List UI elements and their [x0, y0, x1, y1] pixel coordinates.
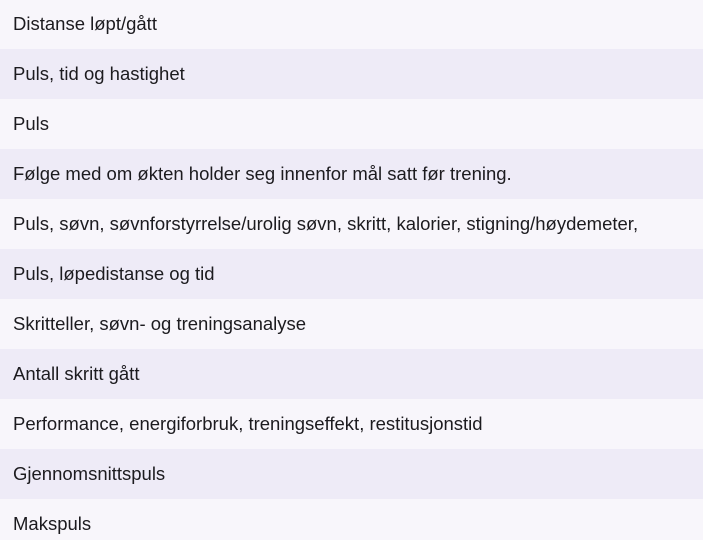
list-item-text: Performance, energiforbruk, treningseffe… [13, 413, 483, 434]
list-item: Antall skritt gått [0, 349, 703, 399]
list-item: Gjennomsnittspuls [0, 449, 703, 499]
list-item-text: Gjennomsnittspuls [13, 463, 166, 484]
list-item-text: Puls, løpedistanse og tid [13, 263, 215, 284]
list-item-text: Distanse løpt/gått [13, 13, 157, 34]
list-item: Skritteller, søvn- og treningsanalyse [0, 299, 703, 349]
list-item: Puls, søvn, søvnforstyrrelse/urolig søvn… [0, 199, 703, 249]
list-item: Performance, energiforbruk, treningseffe… [0, 399, 703, 449]
list-item: Følge med om økten holder seg innenfor m… [0, 149, 703, 199]
list-item: Makspuls [0, 499, 703, 540]
list-item: Puls, tid og hastighet [0, 49, 703, 99]
list-item-text: Skritteller, søvn- og treningsanalyse [13, 313, 307, 334]
list-item-text: Følge med om økten holder seg innenfor m… [13, 163, 512, 184]
list-item: Distanse løpt/gått [0, 0, 703, 49]
list-item: Puls, løpedistanse og tid [0, 249, 703, 299]
list-item-text: Puls, søvn, søvnforstyrrelse/urolig søvn… [13, 213, 639, 234]
metrics-list: Distanse løpt/gått Puls, tid og hastighe… [0, 0, 703, 540]
list-item-text: Puls, tid og hastighet [13, 63, 185, 84]
list-item-text: Makspuls [13, 513, 92, 534]
list-item: Puls [0, 99, 703, 149]
list-item-text: Puls [13, 113, 49, 134]
list-item-text: Antall skritt gått [13, 363, 140, 384]
